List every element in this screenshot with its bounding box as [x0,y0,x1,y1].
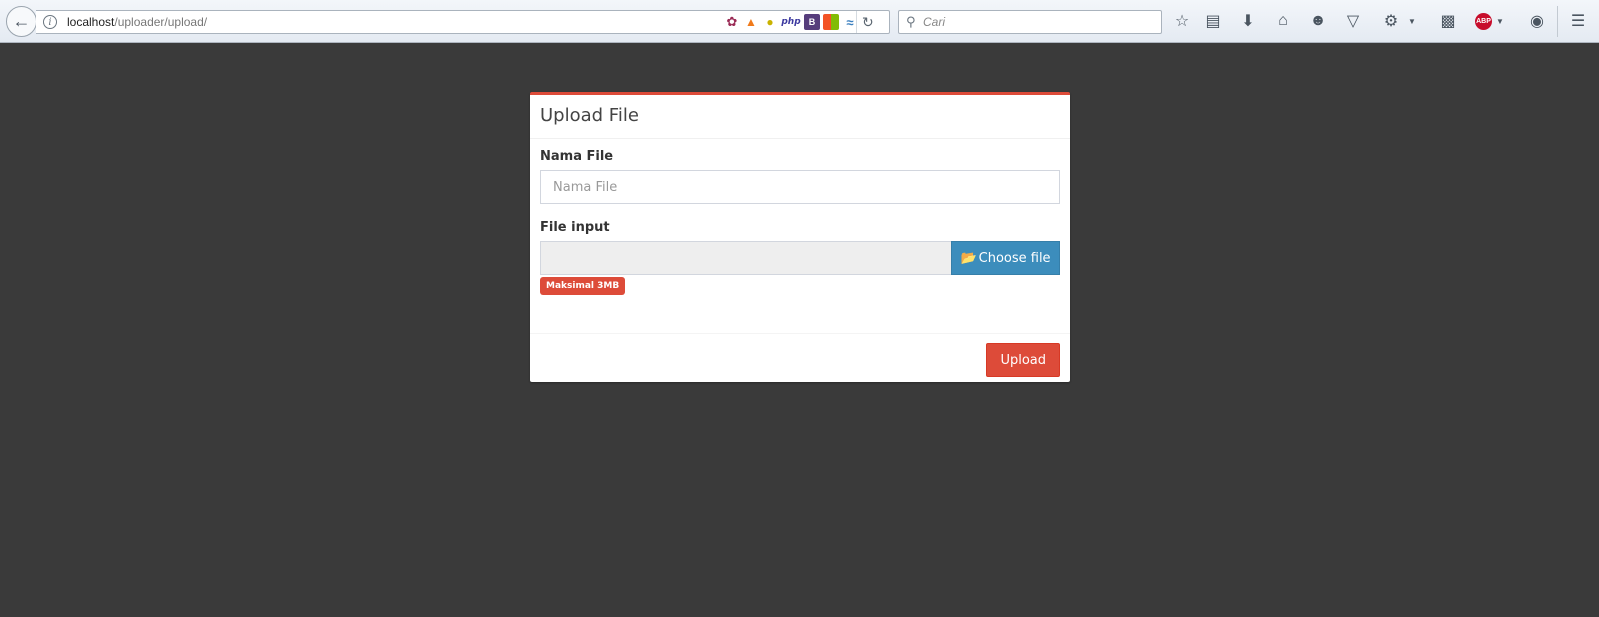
chat-icon[interactable]: ☻ [1308,11,1328,31]
file-input-label: File input [540,220,610,235]
page-title: Upload File [540,105,639,126]
home-icon[interactable]: ⌂ [1273,11,1293,31]
name-field-label: Nama File [540,149,614,164]
choose-file-label: Choose file [978,250,1051,266]
adblock-dropdown-icon[interactable]: ▼ [1490,11,1510,31]
php-icon[interactable]: php [781,14,801,30]
panel-body: Nama File File input 📂 Choose file Maksi… [530,139,1070,333]
extension-icons: ✿ ▲ ● php B ≈ [724,14,858,30]
leaf-icon[interactable]: ✿ [724,14,740,30]
name-field[interactable] [540,170,1060,204]
url-host: localhost [67,15,115,29]
url-path: /uploader/upload/ [114,15,208,29]
search-bar[interactable]: ⚲ [898,10,1162,34]
folder-open-icon: 📂 [960,250,977,266]
panel-header: Upload File [530,95,1070,139]
browser-toolbar: ← i localhost/uploader/upload/ ✿ ▲ ● php… [0,0,1599,43]
pocket-icon[interactable]: ▽ [1343,11,1363,31]
windows-icon[interactable] [823,14,839,30]
file-input-group: 📂 Choose file [540,241,1060,275]
search-input[interactable] [923,12,1153,32]
bootstrap-icon[interactable]: B [804,14,820,30]
back-button[interactable]: ← [6,6,37,37]
arrow-left-icon: ← [12,11,31,31]
url-bar[interactable]: i localhost/uploader/upload/ ✿ ▲ ● php B… [36,10,890,34]
panel-footer: Upload [530,333,1070,385]
max-size-badge: Maksimal 3MB [540,277,626,295]
choose-file-button[interactable]: 📂 Choose file [951,241,1060,275]
upload-panel: Upload File Nama File File input 📂 Choos… [530,92,1070,382]
url-text[interactable]: localhost/uploader/upload/ [67,15,207,29]
extension-circle-icon[interactable]: ◉ [1527,11,1547,31]
toolbar-divider [1557,6,1558,37]
reading-list-icon[interactable]: ▤ [1203,11,1223,31]
info-icon[interactable]: i [43,15,57,29]
chevron-down-icon[interactable]: ▼ [1402,11,1422,31]
download-icon[interactable]: ⬇ [1238,11,1258,31]
lock-icon[interactable]: ● [762,14,778,30]
search-icon: ⚲ [906,14,916,29]
star-icon[interactable]: ☆ [1172,11,1192,31]
ruler-icon[interactable]: ▩ [1438,11,1458,31]
fire-icon[interactable]: ▲ [743,14,759,30]
file-name-display[interactable] [540,241,951,275]
hamburger-menu-icon[interactable]: ☰ [1568,11,1588,31]
url-divider [856,11,857,33]
reload-icon[interactable]: ↻ [862,14,874,31]
upload-button[interactable]: Upload [986,343,1060,377]
firebug-icon[interactable]: ⚙ [1381,11,1401,31]
